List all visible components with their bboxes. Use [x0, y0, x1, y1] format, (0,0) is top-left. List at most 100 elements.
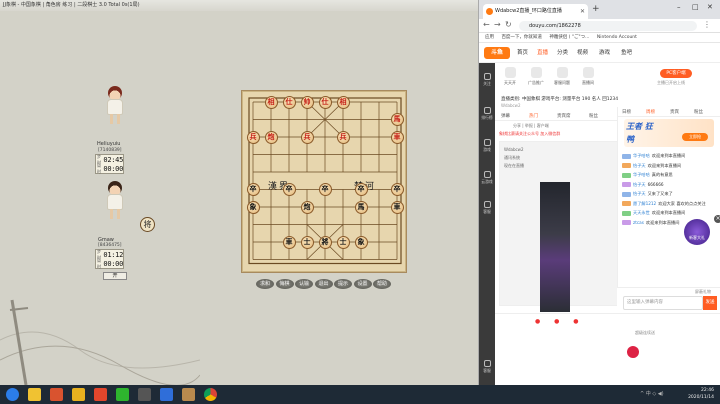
dl-item[interactable]: 客服问题: [551, 67, 573, 86]
dl-item[interactable]: 广告推广: [525, 67, 547, 86]
start-icon[interactable]: [6, 388, 19, 401]
black-piece[interactable]: 卒: [246, 183, 260, 196]
control-button[interactable]: 求和: [256, 279, 274, 289]
reload-icon[interactable]: ↻: [505, 20, 512, 29]
chat-tab[interactable]: 贵宾: [670, 109, 679, 115]
ad-avatar[interactable]: 新客大礼: [684, 219, 710, 245]
app-icon[interactable]: [50, 388, 63, 401]
forward-icon[interactable]: →: [494, 20, 501, 29]
red-piece[interactable]: 相: [336, 95, 350, 109]
explorer-icon[interactable]: [28, 388, 41, 401]
dl-item[interactable]: 直播间: [577, 67, 599, 86]
chat-tab[interactable]: 周榜: [646, 109, 655, 115]
black-piece[interactable]: 卒: [318, 183, 332, 196]
red-piece[interactable]: 兵: [246, 130, 260, 144]
red-piece[interactable]: 馬: [390, 113, 404, 126]
gift-icon[interactable]: [627, 346, 639, 358]
control-button[interactable]: 帮助: [373, 279, 391, 289]
control-button[interactable]: 退出: [314, 279, 333, 289]
pc-client-button[interactable]: PC客户端: [660, 69, 692, 78]
bookmark-item[interactable]: 神雕侠侣 ( "ご"つ...: [549, 35, 589, 40]
black-piece[interactable]: 卒: [390, 183, 404, 196]
ad-close-icon[interactable]: ×: [714, 215, 720, 223]
chat-username[interactable]: 愿了解1212: [633, 201, 656, 206]
room-tab[interactable]: 贵宾席: [557, 113, 571, 119]
block-gifts-checkbox[interactable]: 屏蔽礼物: [695, 289, 711, 295]
black-piece[interactable]: 士: [300, 235, 314, 249]
chat-input[interactable]: 这里输入弹幕内容: [623, 296, 703, 310]
black-piece[interactable]: 車: [282, 235, 296, 249]
room-tab[interactable]: 弹幕: [501, 113, 510, 119]
chess-board[interactable]: 漢界 楚河 相仕帅仕相馬兵炮兵兵車卒卒卒卒卒象炮馬車士將士象車: [241, 90, 407, 273]
red-piece[interactable]: 兵: [300, 130, 314, 144]
window-close-icon[interactable]: ✕: [707, 3, 713, 11]
red-piece[interactable]: 帅: [300, 95, 314, 109]
minimize-icon[interactable]: –: [677, 3, 681, 11]
black-piece[interactable]: 將: [318, 235, 332, 249]
bottom-player-avatar[interactable]: [104, 181, 126, 219]
start-button[interactable]: 开: [103, 272, 127, 280]
rail-item[interactable]: 关注: [479, 71, 495, 91]
black-piece[interactable]: 士: [336, 235, 350, 249]
chat-username[interactable]: 恰子天: [633, 163, 646, 168]
chat-username[interactable]: 华子哈哈: [633, 172, 650, 177]
chat-username[interactable]: ztcas: [633, 220, 644, 225]
rail-item[interactable]: 游戏: [479, 137, 495, 157]
video-player[interactable]: Wdabcw2 通讯系统 现在在直播: [499, 141, 619, 312]
nav-item-home[interactable]: 首页: [517, 48, 528, 56]
control-button[interactable]: 提示: [334, 279, 352, 289]
taskbar-clock[interactable]: 22:46 2020/11/14: [688, 387, 714, 401]
app-icon[interactable]: [160, 388, 173, 401]
share-row[interactable]: 分享 | 举报 | 客户端: [513, 123, 549, 129]
bookmark-item[interactable]: 百度一下，你就知道: [501, 35, 542, 40]
chat-tab[interactable]: 粉丝: [694, 109, 703, 115]
nav-item-category[interactable]: 分类: [557, 48, 568, 56]
control-button[interactable]: 认输: [295, 279, 313, 289]
black-piece[interactable]: 馬: [354, 200, 368, 214]
dl-item[interactable]: 天天开: [499, 67, 521, 86]
chess-app-icon[interactable]: [182, 388, 195, 401]
black-piece[interactable]: 炮: [300, 200, 314, 214]
close-tab-icon[interactable]: ✕: [580, 4, 585, 19]
red-piece[interactable]: 兵: [336, 130, 350, 144]
app-icon[interactable]: [138, 388, 151, 401]
browser-tab[interactable]: Wdabcw2直播_环口路位直播 ✕: [483, 4, 588, 19]
rail-item[interactable]: 客服: [479, 358, 495, 378]
app-icon[interactable]: [72, 388, 85, 401]
chat-username[interactable]: 恰子天: [633, 191, 646, 196]
black-piece[interactable]: 象: [246, 200, 260, 214]
top-player-avatar[interactable]: [104, 86, 126, 124]
promo-banner[interactable]: 王者 狂鸭 立即抢: [624, 119, 714, 147]
red-piece[interactable]: 相: [264, 95, 278, 109]
control-button[interactable]: 设置: [353, 279, 372, 289]
menu-icon[interactable]: ⋮: [703, 20, 711, 29]
red-piece[interactable]: 仕: [282, 95, 296, 109]
promo-text[interactable]: 象棋比赛请关注公众号 加入微信群: [499, 131, 560, 137]
chat-username[interactable]: 华子哈哈: [633, 153, 650, 158]
room-tab[interactable]: 粉丝: [589, 113, 598, 119]
promo-button[interactable]: 立即抢: [682, 133, 708, 141]
room-tab[interactable]: 热门: [529, 113, 538, 119]
system-tray[interactable]: ^ 中 ◇ ◀): [640, 390, 664, 397]
chrome-icon[interactable]: [204, 388, 217, 401]
chat-username[interactable]: 恰子天: [633, 182, 646, 187]
control-button[interactable]: 悔棋: [275, 279, 294, 289]
maximize-icon[interactable]: □: [692, 3, 699, 11]
nav-item-fishbar[interactable]: 鱼吧: [621, 48, 632, 56]
rail-item[interactable]: 客服: [479, 199, 495, 219]
nav-item-live[interactable]: 直播: [537, 48, 548, 56]
black-piece[interactable]: 卒: [354, 183, 368, 196]
black-piece[interactable]: 卒: [282, 183, 296, 196]
bookmark-item[interactable]: 应用: [485, 35, 494, 40]
red-piece[interactable]: 仕: [318, 95, 332, 109]
red-piece[interactable]: 車: [390, 130, 404, 144]
send-button[interactable]: 发送: [703, 296, 717, 310]
app-icon[interactable]: [94, 388, 107, 401]
gift-icons[interactable]: ● ● ●: [535, 318, 585, 325]
site-logo[interactable]: 斗鱼: [484, 47, 510, 59]
back-icon[interactable]: ←: [483, 20, 490, 29]
chat-username[interactable]: 天天永世: [633, 210, 650, 215]
red-piece[interactable]: 炮: [264, 130, 278, 144]
chat-tab[interactable]: 日榜: [622, 109, 631, 115]
rail-item[interactable]: 云游戏: [479, 169, 495, 189]
